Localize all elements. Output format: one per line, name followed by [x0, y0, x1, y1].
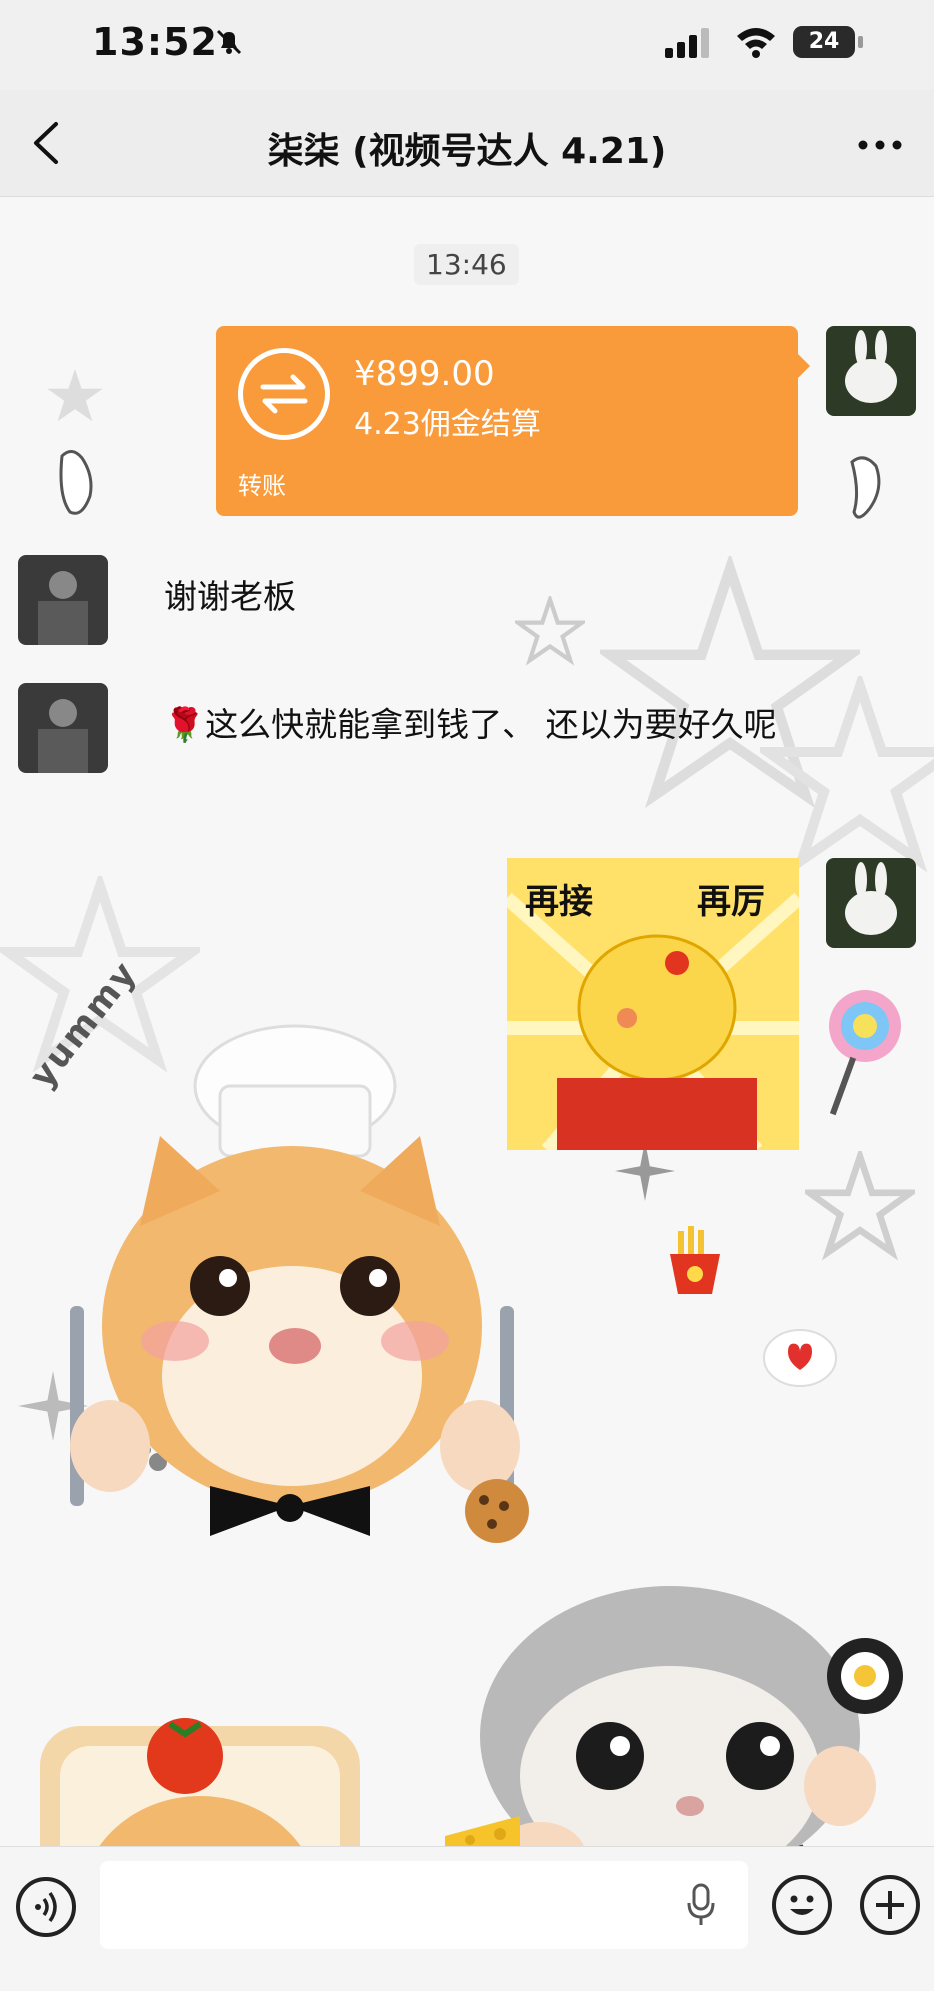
- wifi-icon: [737, 28, 775, 58]
- chat-header: 柒柒 (视频号达人 4.21): [0, 90, 934, 197]
- microphone-icon[interactable]: [686, 1883, 716, 1927]
- chat-title: 柒柒 (视频号达人 4.21): [267, 131, 667, 172]
- star-decoration: [515, 596, 585, 666]
- my-avatar[interactable]: [826, 326, 916, 416]
- cookie-doodle: [465, 1479, 529, 1543]
- chat-message[interactable]: 谢谢老板: [164, 574, 296, 619]
- my-avatar[interactable]: [826, 858, 916, 948]
- transfer-note: 4.23佣金结算: [354, 407, 541, 442]
- message-input[interactable]: [100, 1861, 748, 1949]
- status-bar: 13:52 24: [0, 0, 934, 90]
- sparkle-decoration: [615, 1141, 675, 1201]
- mute-bell-icon: [216, 29, 242, 55]
- transfer-card[interactable]: ¥899.00 4.23佣金结算 转账: [216, 326, 810, 516]
- battery-tip: [858, 36, 863, 48]
- plus-icon: [876, 1891, 904, 1919]
- contact-avatar[interactable]: [18, 683, 108, 773]
- status-time: 13:52: [92, 20, 218, 64]
- smiley-icon: [790, 1895, 814, 1915]
- contact-avatar[interactable]: [18, 555, 108, 645]
- transfer-label: 转账: [238, 472, 286, 500]
- cheese-doodle: [445, 1816, 520, 1846]
- lollipop-doodle: [829, 990, 901, 1116]
- voice-mode-button[interactable]: [16, 1877, 76, 1937]
- message-timestamp: 13:46: [414, 244, 519, 285]
- more-options-icon[interactable]: [858, 140, 902, 150]
- sticker-text-right: 再厉: [697, 882, 765, 922]
- hand-doodle: [59, 450, 93, 515]
- toast-cat-sticker: [40, 1718, 360, 1846]
- heart-bubble-doodle: [763, 1329, 837, 1387]
- transfer-exchange-icon: [238, 348, 330, 440]
- hand-doodle: [850, 456, 881, 519]
- more-actions-button[interactable]: [860, 1875, 920, 1935]
- transfer-amount: ¥899.00: [354, 354, 495, 394]
- chat-message[interactable]: 🌹这么快就能拿到钱了、 还以为要好久呢: [164, 702, 804, 747]
- battery-indicator: 24: [793, 26, 855, 58]
- chef-cat-sticker: [70, 1024, 520, 1536]
- cellular-signal-icon: [665, 28, 709, 58]
- emoji-button[interactable]: [772, 1875, 832, 1935]
- star-decoration: [805, 1151, 915, 1261]
- sticker-text-left: 再接: [525, 882, 593, 922]
- grey-cat-sticker: [480, 1586, 903, 1846]
- input-bar: [0, 1846, 934, 1991]
- sticker-message[interactable]: 再接 再厉: [507, 858, 799, 1150]
- voice-wave-icon: [35, 1891, 57, 1923]
- fries-doodle: [670, 1226, 720, 1294]
- star-decoration: [47, 369, 103, 422]
